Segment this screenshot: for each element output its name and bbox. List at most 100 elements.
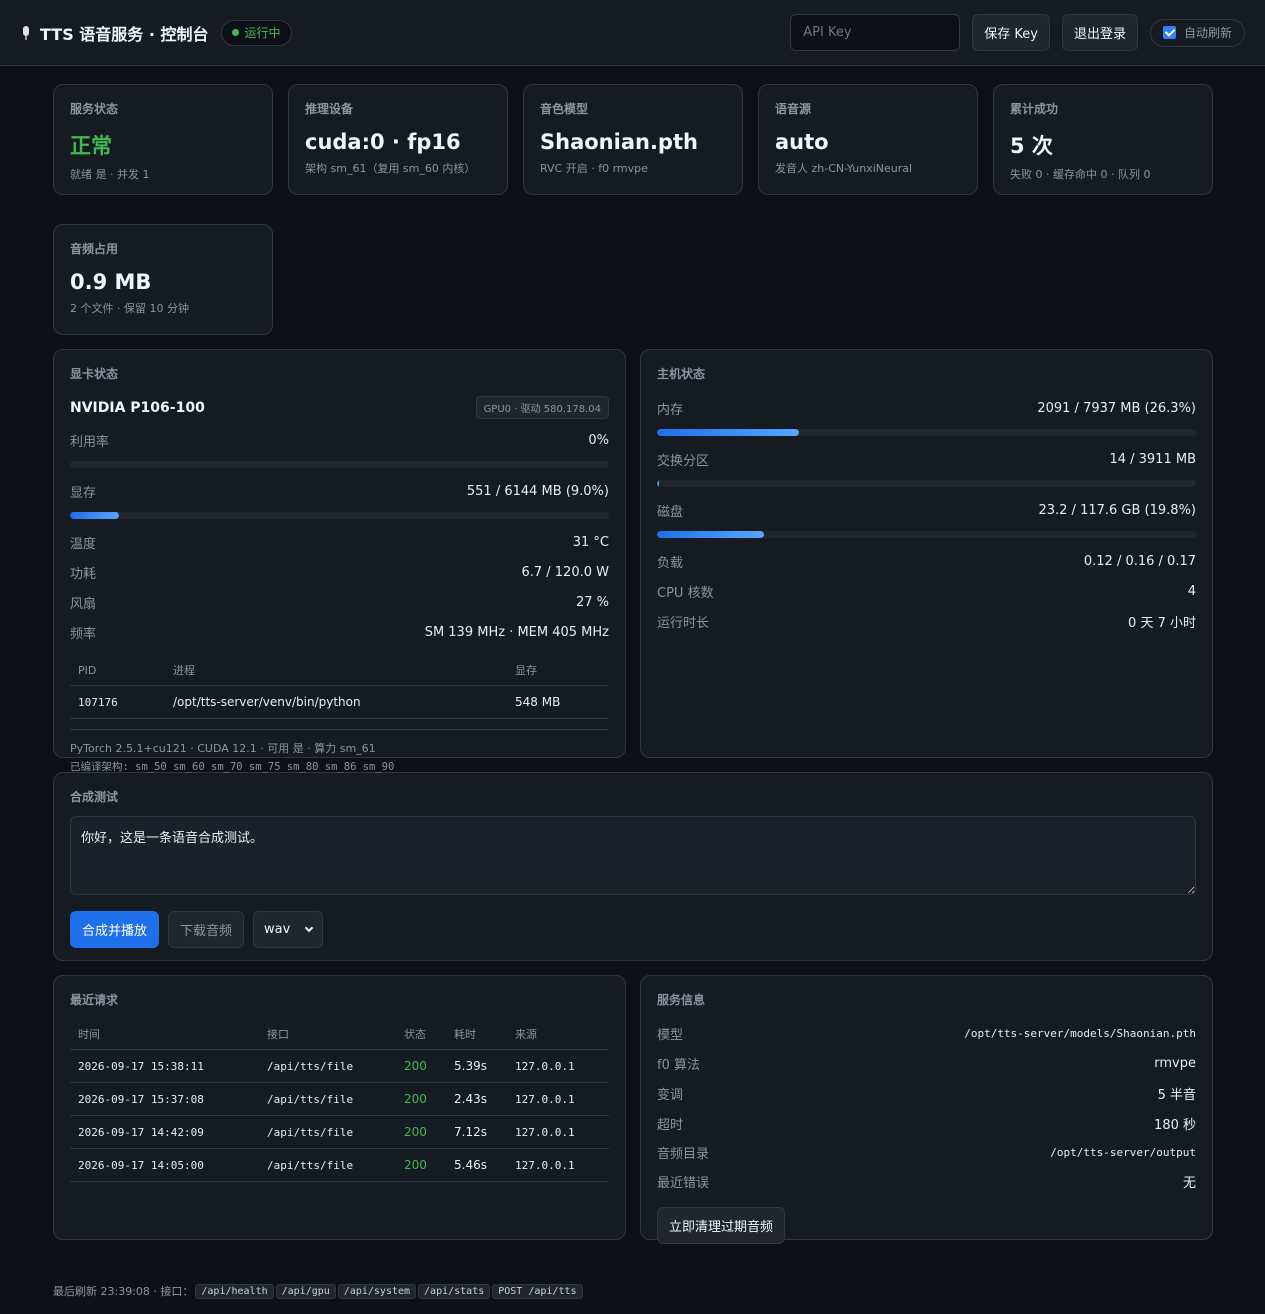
kv-key: CPU 核数: [657, 586, 714, 601]
request-cost: 7.12s: [446, 1115, 507, 1149]
gpu-name: NVIDIA P106-100: [70, 399, 205, 416]
column-header: 接口: [259, 1026, 396, 1050]
stat-value: 正常: [70, 134, 112, 158]
process-mem: 548 MB: [507, 685, 609, 719]
save-key-button[interactable]: 保存 Key: [972, 14, 1050, 51]
auto-refresh-label: 自动刷新: [1183, 26, 1232, 40]
request-time: 2026-09-17 14:42:09: [70, 1115, 259, 1149]
kv-value: 14 / 3911 MB: [1109, 452, 1196, 467]
table-row: 2026-09-17 14:42:09 /api/tts/file 200 7.…: [70, 1115, 609, 1149]
host-uptime-row: 运行时长 0 天 7 小时: [657, 612, 1196, 631]
status-badge: 运行中: [220, 19, 292, 46]
stat-card-device: 推理设备 cuda:0 · fp16 架构 sm_61（复用 sm_60 内核）: [288, 84, 508, 195]
host-panel: 主机状态 内存 2091 / 7937 MB (26.3%) 交换分区 14 /…: [640, 349, 1213, 758]
audio-format-value: wav: [264, 922, 291, 937]
request-status: 200: [396, 1049, 446, 1083]
host-mem-row: 内存 2091 / 7937 MB (26.3%): [657, 399, 1196, 418]
kv-value: 551 / 6144 MB (9.0%): [466, 484, 609, 499]
stat-card-model: 音色模型 Shaonian.pth RVC 开启 · f0 rmvpe: [523, 84, 743, 195]
audio-format-select[interactable]: wav: [253, 911, 324, 948]
auto-refresh-toggle[interactable]: 自动刷新: [1149, 18, 1245, 47]
host-swap-row: 交换分区 14 / 3911 MB: [657, 450, 1196, 469]
kv-value: 5 半音: [1157, 1088, 1196, 1103]
synth-text-input[interactable]: [70, 816, 1196, 895]
stat-value: auto: [775, 130, 829, 154]
column-header: 状态: [396, 1026, 446, 1050]
kv-value: 27 %: [575, 595, 609, 610]
kv-key: 交换分区: [657, 454, 710, 469]
requests-table: 时间 接口 状态 耗时 来源 2026-09-17 15:38:11 /api/…: [70, 1026, 609, 1182]
stat-sub: 架构 sm_61（复用 sm_60 内核）: [305, 162, 476, 175]
kv-key: 内存: [657, 403, 684, 418]
kv-key: 负载: [657, 556, 684, 571]
host-disk-row: 磁盘 23.2 / 117.6 GB (19.8%): [657, 501, 1196, 520]
kv-key: 温度: [70, 537, 97, 552]
kv-key: 功耗: [70, 567, 97, 582]
gpu-temp-row: 温度 31 °C: [70, 533, 609, 552]
kv-value: 2091 / 7937 MB (26.3%): [1037, 401, 1196, 416]
synth-play-button[interactable]: 合成并播放: [70, 911, 160, 948]
endpoint-chip: /api/stats: [418, 1283, 491, 1299]
column-header: 进程: [165, 662, 507, 686]
kv-value: 180 秒: [1154, 1118, 1196, 1133]
stat-label: 服务状态: [70, 102, 119, 116]
kv-key: 音频目录: [657, 1147, 710, 1162]
gpu-util-bar: [70, 461, 609, 468]
synth-panel: 合成测试 合成并播放 下载音频 wav: [53, 772, 1213, 961]
column-header: 时间: [70, 1026, 259, 1050]
stat-label: 推理设备: [305, 102, 354, 116]
kv-key: 最近错误: [657, 1176, 710, 1191]
service-error-row: 最近错误 无: [657, 1172, 1196, 1191]
bar-fill: [657, 531, 764, 538]
panel-title: 服务信息: [657, 993, 706, 1007]
request-source: 127.0.0.1: [507, 1115, 609, 1149]
stat-value: 5 次: [1010, 134, 1053, 158]
request-api: /api/tts/file: [259, 1115, 396, 1149]
column-header: 显存: [507, 662, 609, 686]
panel-title: 合成测试: [70, 790, 119, 804]
request-status: 200: [396, 1115, 446, 1149]
kv-key: f0 算法: [657, 1058, 700, 1073]
stat-label: 音频占用: [70, 242, 119, 256]
kv-value: 0%: [588, 433, 609, 448]
gpu-util-row: 利用率 0%: [70, 431, 609, 450]
api-key-input[interactable]: [790, 14, 961, 51]
arch-info: 已编译架构: sm_50 sm_60 sm_70 sm_75 sm_80 sm_…: [70, 761, 395, 773]
kv-key: 变调: [657, 1088, 684, 1103]
request-cost: 5.46s: [446, 1148, 507, 1182]
service-pitch-row: 变调 5 半音: [657, 1084, 1196, 1103]
stat-card-service: 服务状态 正常 就绪 是 · 并发 1: [53, 84, 273, 195]
kv-key: 超时: [657, 1118, 684, 1133]
kv-key: 磁盘: [657, 505, 684, 520]
request-cost: 5.39s: [446, 1049, 507, 1083]
bar-fill: [70, 512, 119, 519]
brand: TTS 语音服务 · 控制台: [20, 21, 209, 45]
stat-sub: 2 个文件 · 保留 10 分钟: [70, 302, 189, 315]
kv-key: 模型: [657, 1028, 684, 1043]
host-load-row: 负载 0.12 / 0.16 / 0.17: [657, 552, 1196, 571]
column-header: PID: [70, 662, 165, 686]
top-bar: TTS 语音服务 · 控制台 运行中 保存 Key 退出登录 自动刷新: [0, 0, 1265, 66]
table-row: 2026-09-17 14:05:00 /api/tts/file 200 5.…: [70, 1148, 609, 1182]
stat-card-voice-source: 语音源 auto 发音人 zh-CN-YunxiNeural: [758, 84, 978, 195]
stat-grid: 服务状态 正常 就绪 是 · 并发 1 推理设备 cuda:0 · fp16 架…: [53, 84, 1213, 349]
table-row: 107176 /opt/tts-server/venv/bin/python 5…: [70, 685, 609, 719]
endpoint-chip: /api/gpu: [275, 1283, 336, 1299]
logout-button[interactable]: 退出登录: [1061, 14, 1138, 51]
microphone-icon: [20, 25, 32, 41]
endpoint-chip: /api/system: [337, 1283, 417, 1299]
gpu-mem-row: 显存 551 / 6144 MB (9.0%): [70, 482, 609, 501]
stat-label: 音色模型: [540, 102, 589, 116]
clean-audio-button[interactable]: 立即清理过期音频: [657, 1207, 786, 1244]
kv-key: 显存: [70, 486, 97, 501]
auto-refresh-checkbox[interactable]: [1162, 26, 1176, 39]
request-api: /api/tts/file: [259, 1049, 396, 1083]
bar-fill: [657, 429, 799, 436]
stat-sub: 发音人 zh-CN-YunxiNeural: [775, 162, 913, 175]
column-header: 耗时: [446, 1026, 507, 1050]
service-dir-row: 音频目录 /opt/tts-server/output: [657, 1143, 1196, 1162]
request-time: 2026-09-17 15:38:11: [70, 1049, 259, 1083]
stat-card-success: 累计成功 5 次 失败 0 · 缓存命中 0 · 队列 0: [993, 84, 1213, 195]
download-audio-button[interactable]: 下载音频: [168, 911, 245, 948]
kv-value: 4: [1187, 584, 1196, 599]
